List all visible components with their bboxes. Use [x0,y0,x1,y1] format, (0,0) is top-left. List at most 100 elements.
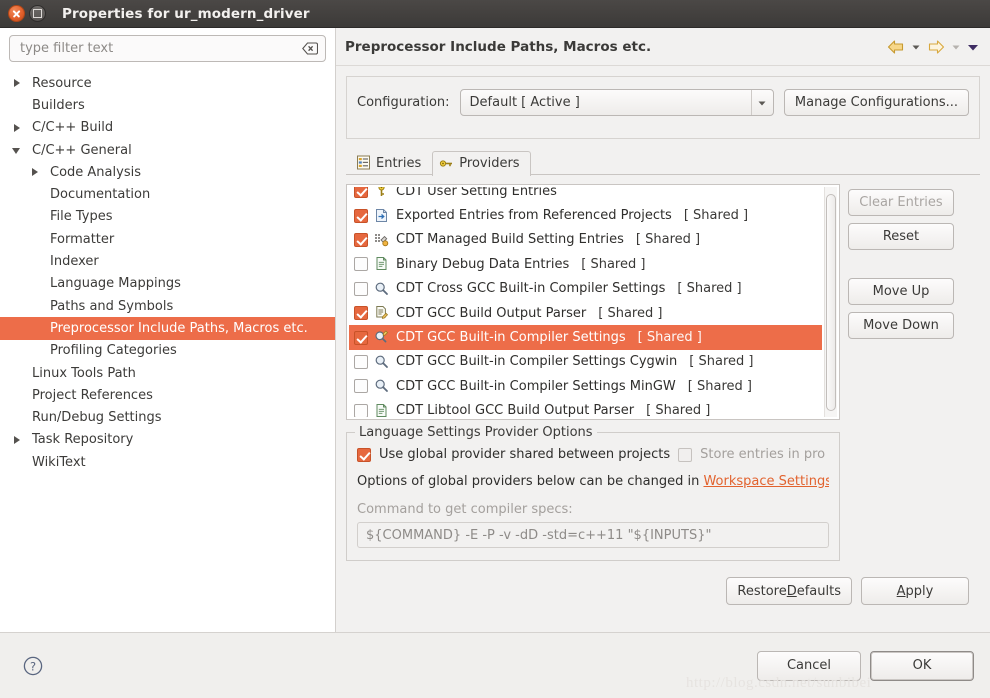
chevron-down-icon[interactable] [750,90,773,115]
move-down-button[interactable]: Move Down [848,312,954,339]
apply-button[interactable]: Apply [861,577,969,605]
entries-icon [356,155,372,171]
settings-tree[interactable]: Resource Builders C/C++ Build C/C++ General… [0,70,335,632]
sidebar-item-run-debug-settings[interactable]: Run/Debug Settings [0,406,335,428]
sidebar-item-file-types[interactable]: File Types [0,206,335,228]
restore-defaults-mnemonic: D [786,583,797,599]
search-placeholder: type filter text [20,41,114,56]
restore-defaults-button[interactable]: Restore Defaults [726,577,852,605]
provider-checkbox[interactable] [354,257,368,272]
providers-scrollbar[interactable] [824,187,837,417]
provider-list-item[interactable]: CDT User Setting Entries [349,187,822,203]
provider-list-item[interactable]: CDT Managed Build Setting Entries [ Share… [349,228,822,252]
provider-list-item[interactable]: Binary Debug Data Entries [ Shared ] [349,252,822,276]
configuration-select[interactable]: Default [ Active ] [459,89,774,116]
sidebar-item-preprocessor-include-paths-macros-etc[interactable]: Preprocessor Include Paths, Macros etc. [0,317,335,340]
store-entries-checkbox[interactable] [678,447,693,462]
close-icon[interactable] [8,5,25,22]
sidebar-item-linux-tools-path[interactable]: Linux Tools Path [0,362,335,384]
forward-history-chevron-down-icon[interactable] [950,40,962,54]
back-history-chevron-down-icon[interactable] [910,40,922,54]
provider-list-item[interactable]: CDT Libtool GCC Build Output Parser [ Sha… [349,399,822,417]
chevron-down-icon[interactable] [10,143,24,157]
providers-list[interactable]: CDT User Setting Entries Exported Entries… [346,184,840,420]
tab-providers[interactable]: Providers [432,151,531,176]
provider-list-item[interactable]: CDT GCC Built-in Compiler Settings MinGW… [349,374,822,398]
provider-checkbox[interactable] [354,208,368,223]
sidebar-item-task-repository[interactable]: Task Repository [0,429,335,451]
sidebar-item-label: Task Repository [32,432,134,448]
sidebar-item-label: File Types [50,209,113,225]
sidebar-item-profiling-categories[interactable]: Profiling Categories [0,340,335,362]
key-icon [439,156,455,172]
provider-checkbox[interactable] [354,354,368,369]
provider-checkbox[interactable] [354,187,368,199]
ok-button[interactable]: OK [870,650,974,681]
document-icon [374,256,390,272]
provider-shared-badge: [ Shared ] [581,256,646,272]
scrollbar-thumb[interactable] [826,194,836,411]
back-arrow-icon[interactable] [886,38,906,56]
provider-checkbox[interactable] [354,330,368,345]
move-up-button[interactable]: Move Up [848,278,954,305]
twisty-placeholder [10,411,24,425]
sidebar-item-builders[interactable]: Builders [0,94,335,116]
chevron-right-icon[interactable] [10,121,24,135]
workspace-settings-link[interactable]: Workspace Settings [703,474,829,489]
chevron-right-icon[interactable] [28,165,42,179]
restore-defaults-post: efaults [796,583,841,599]
forward-arrow-icon[interactable] [926,38,946,56]
provider-list-item[interactable]: CDT Cross GCC Built-in Compiler Settings… [349,277,822,301]
provider-label: CDT GCC Build Output Parser [396,305,587,321]
magnifier-pen-icon [374,329,390,346]
page-title: Preprocessor Include Paths, Macros etc. [345,38,652,55]
provider-list-item[interactable]: CDT GCC Built-in Compiler Settings Cygwi… [349,350,822,374]
cancel-button[interactable]: Cancel [757,650,861,681]
sidebar-item-language-mappings[interactable]: Language Mappings [0,273,335,295]
sidebar-item-code-analysis[interactable]: Code Analysis [0,161,335,183]
provider-shared-badge: [ Shared ] [598,305,663,321]
reset-button[interactable]: Reset [848,223,954,250]
chevron-right-icon[interactable] [10,76,24,90]
provider-checkbox[interactable] [354,281,368,296]
sidebar-item-formatter[interactable]: Formatter [0,228,335,250]
sidebar-item-resource[interactable]: Resource [0,72,335,94]
twisty-placeholder [10,455,24,469]
options-checkbox-row: Use global provider shared between proje… [357,447,829,462]
sidebar-item-wikitext[interactable]: WikiText [0,451,335,473]
clear-entries-button[interactable]: Clear Entries [848,189,954,216]
sidebar-item-c-c-build[interactable]: C/C++ Build [0,117,335,139]
sidebar-item-paths-and-symbols[interactable]: Paths and Symbols [0,295,335,317]
page-overflow-chevron-down-icon[interactable] [966,40,978,54]
compiler-specs-command-input[interactable]: ${COMMAND} -E -P -v -dD -std=c++11 "${IN… [357,522,829,548]
provider-list-item[interactable]: Exported Entries from Referenced Project… [349,203,822,227]
provider-checkbox[interactable] [354,379,368,394]
configuration-group: Configuration: Default [ Active ] Manage… [346,76,980,139]
clear-icon[interactable] [302,42,319,55]
provider-shared-badge: [ Shared ] [635,232,701,248]
search-input[interactable]: type filter text [9,35,326,62]
twisty-placeholder [10,98,24,112]
provider-label: CDT GCC Built-in Compiler Settings MinGW [396,378,676,394]
sidebar-item-c-c-general[interactable]: C/C++ General [0,139,335,161]
provider-checkbox[interactable] [354,403,368,417]
language-settings-provider-options-group: Language Settings Provider Options Use g… [346,425,840,561]
apply-post: pply [905,583,934,599]
sidebar-item-project-references[interactable]: Project References [0,384,335,406]
maximize-icon[interactable] [29,5,46,22]
apply-mnemonic: A [896,583,906,599]
provider-list-item[interactable]: CDT GCC Built-in Compiler Settings [ Shar… [349,325,822,350]
build-icon [374,232,390,248]
provider-checkbox[interactable] [354,306,368,321]
window-title: Properties for ur_modern_driver [62,5,310,22]
help-icon[interactable]: ? [22,655,44,677]
provider-list-item[interactable]: CDT GCC Build Output Parser [ Shared ] [349,301,822,325]
manage-configurations-button[interactable]: Manage Configurations... [783,89,969,116]
tab-entries[interactable]: Entries [349,150,432,175]
provider-checkbox[interactable] [354,232,368,247]
sidebar-item-documentation[interactable]: Documentation [0,183,335,205]
use-global-provider-checkbox[interactable] [357,447,371,462]
sidebar-item-indexer[interactable]: Indexer [0,250,335,272]
twisty-placeholder [28,188,42,202]
chevron-right-icon[interactable] [10,433,24,447]
